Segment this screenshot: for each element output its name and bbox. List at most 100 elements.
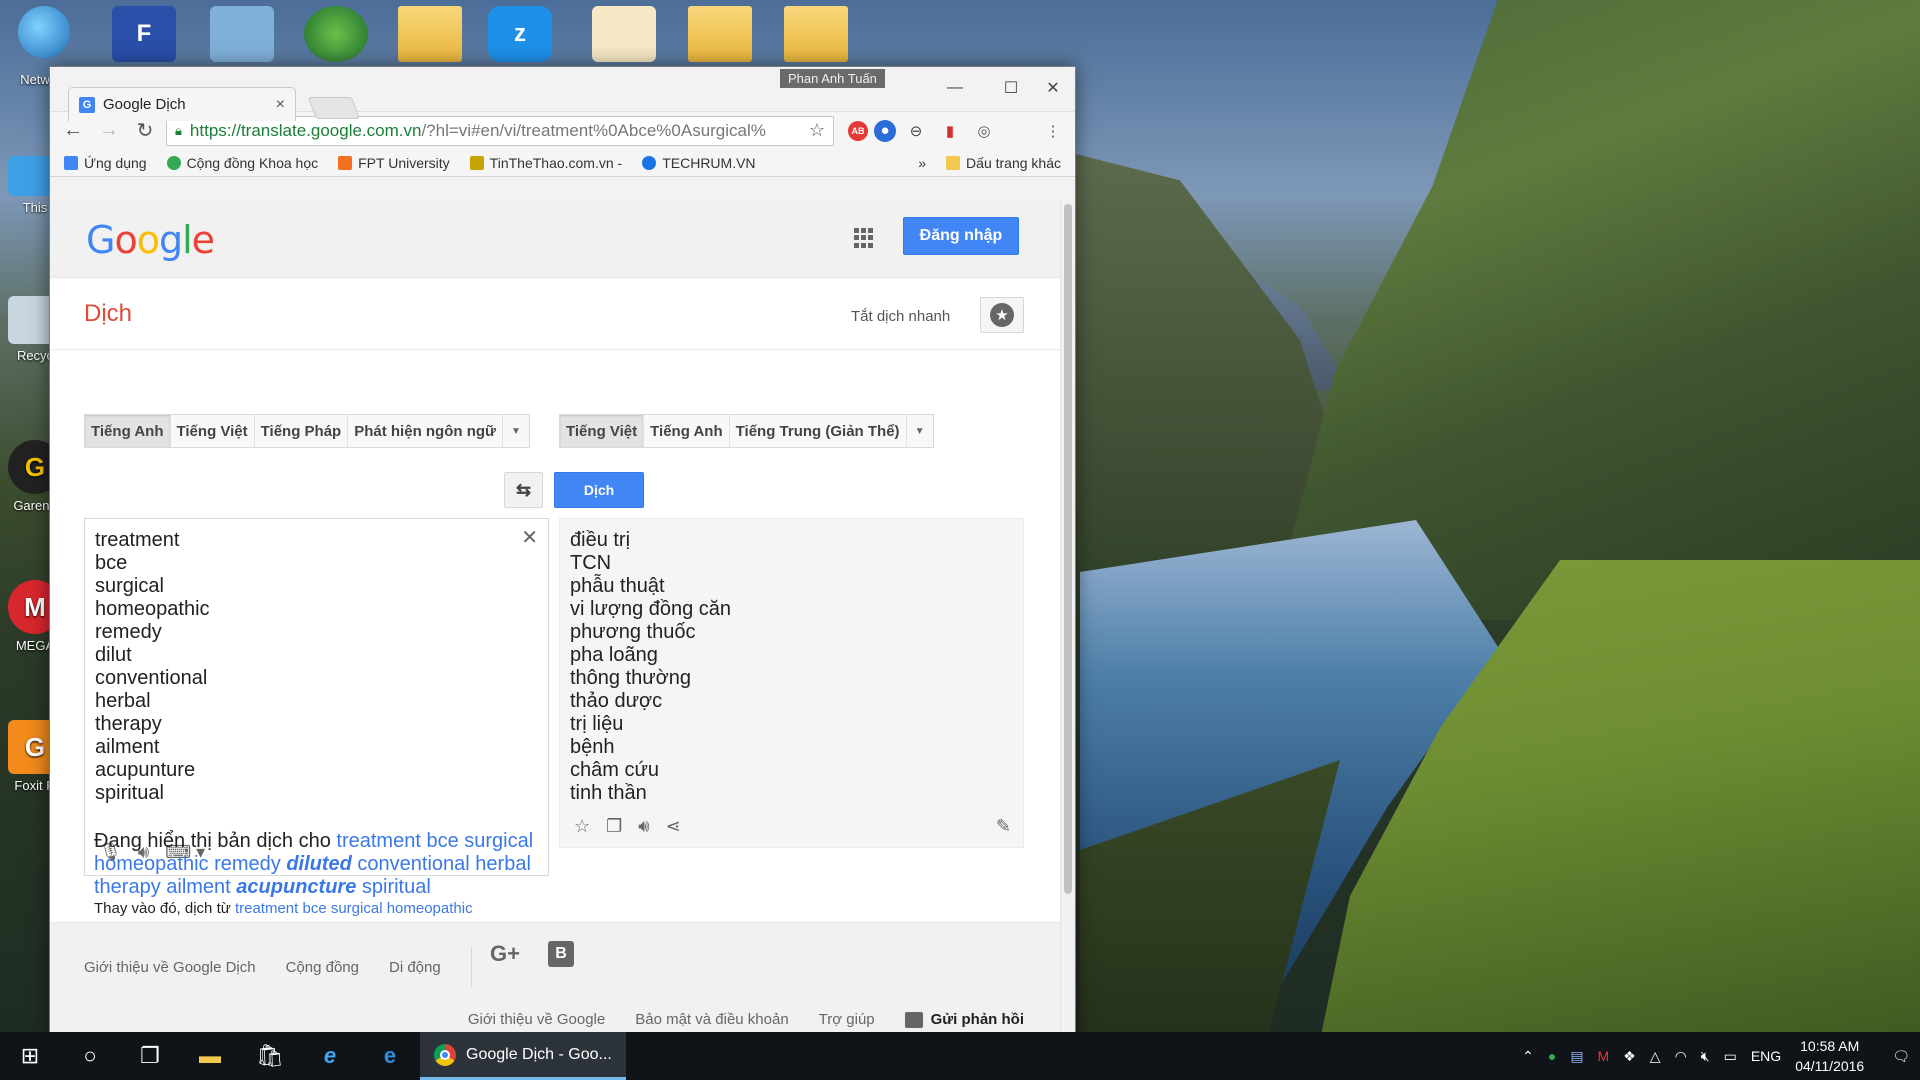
page-scrollbar[interactable]	[1060, 200, 1075, 1045]
drive-tray-icon[interactable]: △	[1650, 1048, 1661, 1065]
internet-explorer-icon[interactable]: e	[300, 1032, 360, 1080]
bookmark-tinthethao[interactable]: TinTheThao.com.vn -	[469, 155, 622, 171]
tinthethao-icon	[469, 155, 484, 170]
maximize-button[interactable]: ☐	[988, 73, 1034, 103]
taskbar-chrome-app[interactable]: Google Dịch - Goo...	[420, 1032, 626, 1080]
adblock-extension-icon[interactable]: AB	[848, 120, 868, 141]
file-explorer-icon[interactable]: ▬	[180, 1032, 240, 1080]
tab-google-translate[interactable]: G Google Dịch ×	[68, 87, 296, 121]
taskbar: ⊞ ○ ❐ ▬ 🛍︎ e e Google Dịch - Goo... ⌃ ● …	[0, 1032, 1920, 1080]
instant-translation-toggle[interactable]: Tắt dịch nhanh	[851, 308, 950, 325]
search-cortana-icon[interactable]: ○	[60, 1032, 120, 1080]
fpc-app-icon[interactable]: F	[112, 6, 176, 62]
original-query-link[interactable]: treatment bce surgical homeopathic	[235, 900, 473, 917]
edge-icon[interactable]: e	[360, 1032, 420, 1080]
result-line: điều trị	[570, 529, 631, 551]
language-indicator[interactable]: ENG	[1751, 1048, 1781, 1064]
scrollbar-thumb[interactable]	[1064, 204, 1072, 894]
other-bookmarks-folder[interactable]: Dấu trang khác	[946, 155, 1061, 171]
google-apps-icon[interactable]	[854, 228, 874, 248]
listen-icon[interactable]: 🔊︎	[638, 816, 649, 837]
source-lang-vietnamese[interactable]: Tiếng Việt	[171, 415, 255, 447]
bookmark-extension-icon[interactable]: ▮	[936, 117, 964, 145]
correction-notice: Đang hiển thị bản dịch cho treatment bce…	[94, 830, 534, 898]
swap-languages-button[interactable]: ⇆	[504, 472, 543, 508]
google-logo[interactable]: Google	[86, 218, 215, 262]
footer-link-about-translate[interactable]: Giới thiệu về Google Dịch	[84, 959, 256, 976]
blogger-icon[interactable]: B	[547, 941, 574, 967]
tab-title: Google Dịch	[103, 96, 186, 113]
source-lang-french[interactable]: Tiếng Pháp	[255, 415, 349, 447]
phrasebook-button[interactable]: ★	[980, 297, 1024, 333]
send-feedback-button[interactable]: Gửi phản hồi	[904, 1011, 1024, 1028]
chrome-tray-icon[interactable]: ●	[1548, 1048, 1556, 1064]
source-lang-detect[interactable]: Phát hiện ngôn ngữ	[348, 415, 503, 447]
start-button[interactable]: ⊞	[0, 1032, 60, 1080]
google-plus-icon[interactable]: G+	[490, 941, 520, 967]
volume-muted-icon[interactable]: 🔇︎	[1701, 1048, 1710, 1065]
footer-link-help[interactable]: Trợ giúp	[819, 1011, 875, 1028]
signin-button[interactable]: Đăng nhập	[903, 217, 1019, 255]
source-lang-english[interactable]: Tiếng Anh	[85, 415, 171, 447]
idm-icon[interactable]	[304, 6, 368, 62]
google-drive-folder-icon[interactable]	[398, 6, 462, 62]
bookmark-apps[interactable]: Ứng dụng	[64, 155, 147, 171]
target-lang-english[interactable]: Tiếng Anh	[644, 415, 730, 447]
translate-button[interactable]: Dịch	[554, 472, 644, 508]
zalo-icon[interactable]: z	[488, 6, 552, 62]
footer-link-community[interactable]: Cộng đồng	[286, 959, 359, 976]
edit-pencil-icon[interactable]: ✎	[996, 816, 1011, 837]
show-hidden-icons-icon[interactable]: ⌃	[1522, 1048, 1534, 1065]
apps-grid-icon	[64, 155, 78, 170]
share-icon[interactable]: ⋖	[666, 816, 681, 837]
sync-extension-icon[interactable]: ⊖	[902, 117, 930, 145]
source-line: dilut	[95, 644, 132, 666]
battery-icon[interactable]: ▭	[1724, 1048, 1737, 1065]
doc-tray-icon[interactable]: ▤	[1570, 1048, 1583, 1065]
tab-close-icon[interactable]: ×	[276, 96, 285, 114]
footer-link-about-google[interactable]: Giới thiệu về Google	[468, 1011, 605, 1028]
result-line: phương thuốc	[570, 621, 696, 643]
wifi-icon[interactable]: ◠	[1675, 1048, 1687, 1065]
target-lang-dropdown-icon[interactable]: ▼	[907, 415, 933, 447]
task-view-icon[interactable]: ❐	[120, 1032, 180, 1080]
bookmark-techrum[interactable]: TECHRUM.VN	[642, 155, 756, 171]
source-line: acupunture	[95, 759, 196, 781]
control-panel-icon[interactable]	[210, 6, 274, 62]
footer-divider	[470, 947, 472, 987]
document-file-icon[interactable]	[592, 6, 656, 62]
bookmark-star-icon[interactable]: ☆	[809, 120, 825, 141]
bookmarks-overflow-button[interactable]: »	[918, 155, 926, 171]
footer-link-mobile[interactable]: Di động	[389, 959, 441, 976]
speech-extension-icon[interactable]: ◎	[970, 117, 998, 145]
star-icon: ★	[990, 303, 1014, 327]
chat-extension-icon[interactable]: ●	[874, 119, 896, 142]
bookmark-fpt-university[interactable]: FPT University	[338, 155, 450, 171]
store-icon[interactable]: 🛍︎	[240, 1032, 300, 1080]
close-window-button[interactable]: ✕	[1030, 73, 1075, 103]
folder-icon[interactable]	[784, 6, 848, 62]
clock-date: 04/11/2016	[1795, 1058, 1865, 1074]
footer-link-privacy-terms[interactable]: Bảo mật và điều khoản	[635, 1011, 788, 1028]
source-line: homeopathic	[95, 598, 210, 620]
action-center-icon[interactable]: 🗨︎	[1892, 1048, 1910, 1065]
target-lang-vietnamese[interactable]: Tiếng Việt	[560, 415, 645, 447]
bookmarks-bar: Ứng dụng Cộng đồng Khoa học FPT Universi…	[50, 149, 1075, 177]
menu-icon[interactable]: ⋮	[1039, 117, 1067, 145]
folder-icon[interactable]	[688, 6, 752, 62]
profile-name[interactable]: Phan Anh Tuấn	[780, 69, 885, 88]
dropbox-tray-icon[interactable]: ❖	[1623, 1048, 1636, 1065]
target-lang-chinese-simplified[interactable]: Tiếng Trung (Giản Thể)	[730, 415, 907, 447]
source-text-input[interactable]: treatment bce surgical homeopathic remed…	[84, 518, 549, 876]
minimize-button[interactable]: —	[932, 73, 978, 103]
clear-text-icon[interactable]: ✕	[521, 525, 538, 550]
copy-icon[interactable]: ❐	[606, 816, 622, 837]
source-lang-dropdown-icon[interactable]: ▼	[503, 415, 529, 447]
star-icon[interactable]: ☆	[574, 816, 590, 837]
clock[interactable]: 10:58 AM 04/11/2016	[1795, 1036, 1864, 1076]
bookmark-science-community[interactable]: Cộng đồng Khoa học	[166, 155, 318, 171]
new-tab-button[interactable]	[307, 97, 361, 119]
source-line: bce	[95, 552, 128, 574]
result-line: thông thường	[570, 667, 692, 689]
mega-tray-icon[interactable]: M	[1598, 1048, 1610, 1064]
